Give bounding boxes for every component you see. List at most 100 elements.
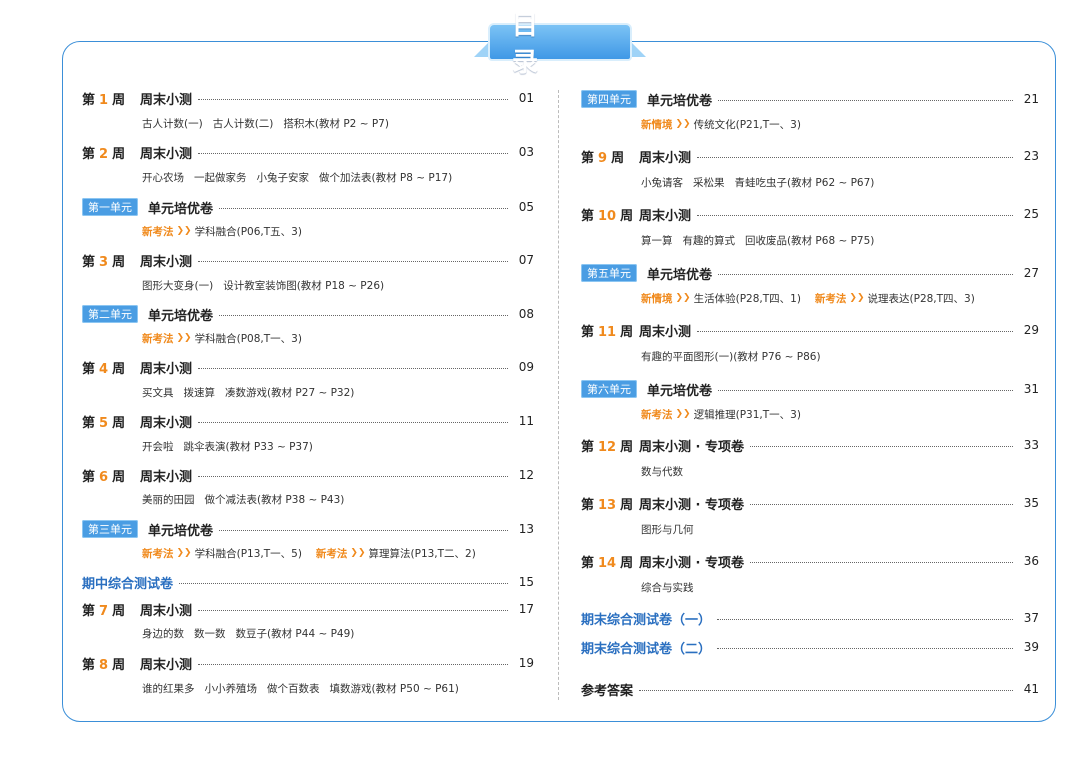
feature-text: 学科融合(P06,T五、3) (194, 225, 302, 238)
lesson-list: 有趣的平面图形(一)(教材 P76 ~ P86) (641, 348, 1039, 364)
entry-title: 周末小测 (639, 150, 692, 166)
week-suffix: 周 (112, 254, 126, 270)
double-chevron-icon: ❯❯ (350, 548, 366, 558)
week-suffix: 周 (112, 603, 126, 619)
entry-title: 周末小测 (140, 92, 193, 108)
feature-tag: 新考法 (142, 332, 174, 345)
feature-tags: 新情境 ❯❯ 传统文化(P21,T一、3) (641, 116, 1039, 132)
toc-entry[interactable]: 第 12 周周末小测 · 专项卷 33 (581, 435, 1039, 455)
dot-leader (198, 98, 508, 100)
unit-badge: 第一单元 (82, 198, 138, 216)
dot-leader (219, 314, 508, 316)
lesson-item: 谁的红果多 (142, 682, 195, 695)
dot-leader (750, 561, 1013, 563)
entry-title: 周末小测 (639, 208, 692, 224)
week-suffix: 周 (112, 657, 126, 673)
week-suffix: 周 (611, 150, 625, 166)
page-number: 31 (1023, 382, 1039, 396)
dot-leader (750, 503, 1013, 505)
toc-entry[interactable]: 第 5 周周末小测 11 (82, 411, 534, 431)
unit-badge: 第二单元 (82, 305, 138, 323)
week-label: 第8周 (82, 654, 140, 673)
toc-entry[interactable]: 第一单元 单元培优卷 05 (82, 197, 534, 217)
toc-entry[interactable]: 第 14 周周末小测 · 专项卷 36 (581, 551, 1039, 571)
dot-leader (198, 260, 508, 262)
week-suffix: 周 (112, 415, 126, 431)
dot-leader (219, 207, 508, 209)
week-number: 5 (99, 415, 109, 431)
week-number: 8 (99, 657, 109, 673)
dot-leader (718, 99, 1013, 101)
toc-entry[interactable]: 期末综合测试卷（二） 39 (581, 637, 1039, 657)
toc-entry[interactable]: 第 1 周周末小测 01 (82, 88, 534, 108)
entry-title: 周末小测 · 专项卷 (639, 555, 744, 571)
toc-entry[interactable]: 期中综合测试卷 15 (82, 572, 534, 592)
toc-entry[interactable]: 期末综合测试卷（一） 37 (581, 608, 1039, 628)
toc-entry[interactable]: 第 6 周周末小测 12 (82, 465, 534, 485)
dot-leader (717, 647, 1013, 649)
toc-entry[interactable]: 第 8 周周末小测 19 (82, 653, 534, 673)
page-number: 09 (518, 360, 534, 374)
lesson-list: 开会啦 跳伞表演(教材 P33 ~ P37) (142, 438, 534, 454)
toc-entry[interactable]: 第 2 周周末小测 03 (82, 142, 534, 162)
dot-leader (179, 582, 508, 584)
week-label: 第 10 周 (581, 205, 639, 224)
feature-tags: 新考法 ❯❯ 学科融合(P06,T五、3) (142, 223, 534, 239)
week-suffix: 周 (620, 208, 634, 224)
feature-text: 生活体验(P28,T四、1) (693, 292, 801, 305)
feature-text: 学科融合(P08,T一、3) (194, 332, 302, 345)
page-number: 25 (1023, 207, 1039, 221)
toc-entry[interactable]: 第五单元 单元培优卷 27 (581, 263, 1039, 283)
lesson-item: 图形大变身(一) (142, 279, 214, 292)
week-label: 第4周 (82, 358, 140, 377)
dot-leader (198, 421, 508, 423)
week-number: 14 (598, 555, 617, 571)
lesson-list: 古人计数(一) 古人计数(二) 搭积木(教材 P2 ~ P7) (142, 115, 534, 131)
feature-tag: 新考法 (142, 547, 174, 560)
lesson-item: 有趣的算式 (682, 234, 736, 247)
entry-title: 周末小测 (639, 324, 692, 340)
week-prefix: 第 (82, 254, 96, 270)
week-number: 12 (598, 439, 617, 455)
week-prefix: 第 (82, 361, 96, 377)
toc-entry[interactable]: 第 9 周周末小测 23 (581, 146, 1039, 166)
lesson-item: 综合与实践 (641, 581, 694, 594)
toc-entry[interactable]: 第 7 周周末小测 17 (82, 599, 534, 619)
week-number: 6 (99, 469, 109, 485)
exam-title: 期末综合测试卷（二） (581, 641, 712, 657)
page-number: 19 (518, 656, 534, 670)
feature-tag: 新考法 (142, 225, 174, 238)
page-number: 01 (518, 91, 534, 105)
lesson-list: 综合与实践 (641, 579, 1039, 595)
lesson-item: 身边的数 (142, 627, 184, 640)
toc-entry[interactable]: 第四单元 单元培优卷 21 (581, 89, 1039, 109)
week-suffix: 周 (620, 555, 634, 571)
toc-entry[interactable]: 第 4 周周末小测 09 (82, 357, 534, 377)
toc-entry[interactable]: 第三单元 单元培优卷 13 (82, 519, 534, 539)
toc-entry[interactable]: 第六单元 单元培优卷 31 (581, 379, 1039, 399)
lesson-item: 设计教室装饰图(教材 P18 ~ P26) (223, 279, 385, 292)
week-label: 第 14 周 (581, 552, 639, 571)
toc-entry[interactable]: 第二单元 单元培优卷 08 (82, 304, 534, 324)
lesson-item: 古人计数(一) (142, 117, 203, 130)
page-number: 12 (518, 468, 534, 482)
feature-tag: 新考法 (641, 408, 673, 421)
dot-leader (718, 389, 1013, 391)
page-number: 08 (518, 307, 534, 321)
toc-entry[interactable]: 第 10 周周末小测 25 (581, 204, 1039, 224)
feature-tag: 新考法 (315, 547, 348, 560)
double-chevron-icon: ❯❯ (176, 226, 192, 236)
column-divider (558, 90, 559, 700)
double-chevron-icon: ❯❯ (675, 293, 691, 303)
lesson-item: 小小养殖场 (204, 682, 258, 695)
lesson-item: 有趣的平面图形(一)(教材 P76 ~ P86) (641, 350, 821, 363)
toc-entry[interactable]: 第 13 周周末小测 · 专项卷 35 (581, 493, 1039, 513)
toc-entry[interactable]: 第 11 周周末小测 29 (581, 320, 1039, 340)
toc-entry[interactable]: 参考答案 41 (581, 679, 1039, 699)
dot-leader (639, 689, 1013, 691)
toc-entry[interactable]: 第 3 周周末小测 07 (82, 250, 534, 270)
page-number: 15 (518, 575, 534, 589)
week-number: 13 (598, 497, 617, 513)
page-number: 21 (1023, 92, 1039, 106)
lesson-item: 图形与几何 (641, 523, 694, 536)
